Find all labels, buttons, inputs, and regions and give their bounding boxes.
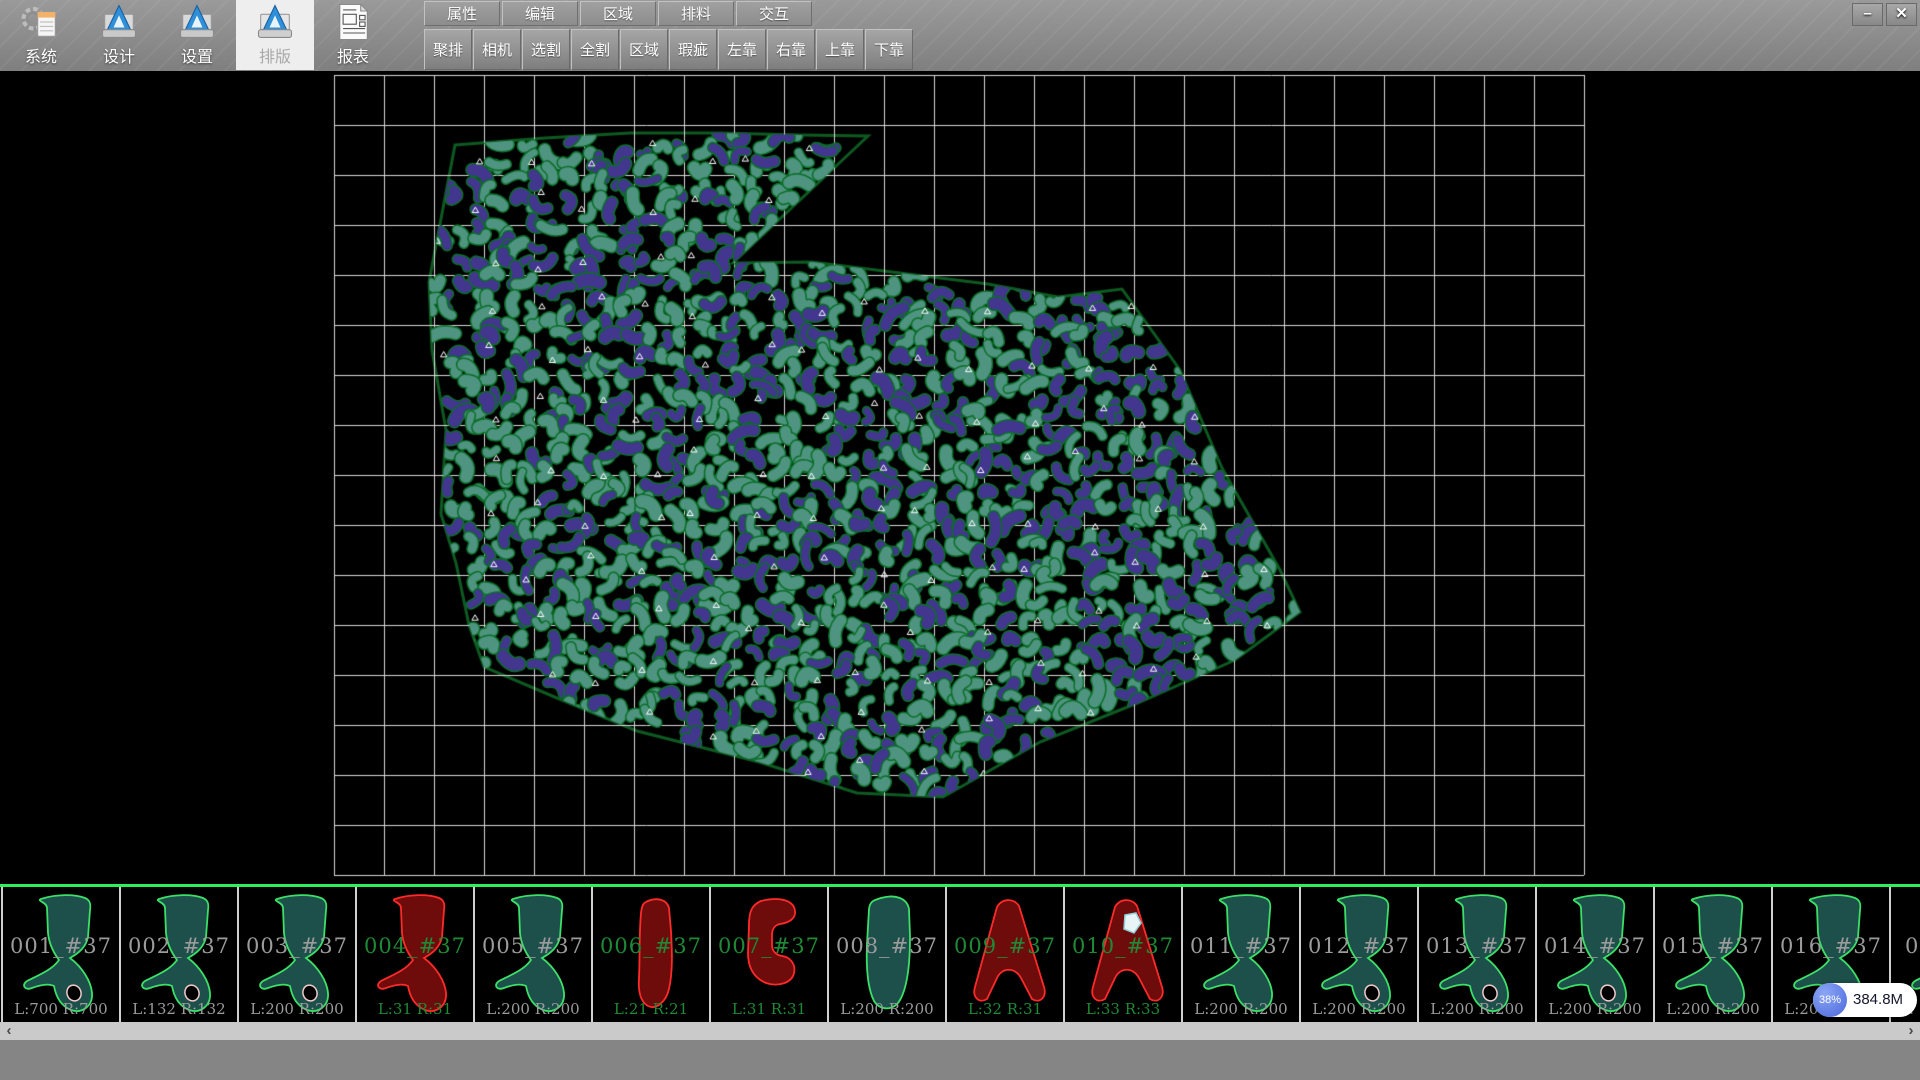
horizontal-scrollbar[interactable]: ‹ › bbox=[0, 1022, 1920, 1040]
piece-id-label: 001_#37 bbox=[3, 934, 119, 958]
menu-item-4[interactable]: 交互 bbox=[736, 1, 812, 26]
thumbnail-cell[interactable]: 007_#37 L:31 R:31 bbox=[709, 887, 827, 1022]
piece-lr-label: L:200 R:200 bbox=[829, 1000, 945, 1018]
piece-lr-label: L:200 R:200 bbox=[1537, 1000, 1653, 1018]
thumbnail-cell[interactable]: 011_#37 L:200 R:200 bbox=[1181, 887, 1299, 1022]
app-tab-report[interactable]: 报表 bbox=[314, 0, 392, 70]
app-tab-row: 系统 设计 bbox=[2, 0, 392, 70]
tool-item-0[interactable]: 聚排 bbox=[424, 29, 472, 70]
thumbnail-cell[interactable]: 008_#37 L:200 R:200 bbox=[827, 887, 945, 1022]
piece-lr-label: L:200 R:200 bbox=[1301, 1000, 1417, 1018]
piece-id-label: 008_#37 bbox=[829, 934, 945, 958]
memory-amount-label: 384.8M bbox=[1853, 983, 1903, 1017]
bottom-bar bbox=[0, 1040, 1920, 1080]
menu-bar: 属性编辑区域排料交互 bbox=[424, 1, 812, 26]
nesting-canvas[interactable] bbox=[0, 71, 1920, 884]
piece-lr-label: L:200 R:200 bbox=[475, 1000, 591, 1018]
app-window: 系统 设计 bbox=[0, 0, 1920, 1080]
thumbnail-cell[interactable]: 004_#37 L:31 R:31 bbox=[355, 887, 473, 1022]
menu-item-2[interactable]: 区域 bbox=[580, 1, 656, 26]
piece-lr-label: L:21 R:21 bbox=[593, 1000, 709, 1018]
app-tab-nesting[interactable]: 排版 bbox=[236, 0, 314, 70]
thumbnail-cell[interactable]: 009_#37 L:32 R:31 bbox=[945, 887, 1063, 1022]
piece-lr-label: L:200 R:200 bbox=[239, 1000, 355, 1018]
thumbnail-cell[interactable]: 010_#37 L:33 R:33 bbox=[1063, 887, 1181, 1022]
toolbar: 系统 设计 bbox=[0, 0, 1920, 71]
thumbnail-cell[interactable]: 005_#37 L:200 R:200 bbox=[473, 887, 591, 1022]
piece-id-label: 004_#37 bbox=[357, 934, 473, 958]
piece-id-label: 006_#37 bbox=[593, 934, 709, 958]
app-tab-label: 设计 bbox=[80, 43, 158, 67]
piece-id-label: 007_#37 bbox=[711, 934, 827, 958]
close-button[interactable]: ✕ bbox=[1886, 3, 1917, 26]
scroll-right-arrow-icon[interactable]: › bbox=[1902, 1022, 1920, 1040]
thumbnail-cell[interactable]: 015_#37 L:200 R:200 bbox=[1653, 887, 1771, 1022]
tool-item-5[interactable]: 瑕疵 bbox=[669, 29, 717, 70]
piece-lr-label: L:31 R:31 bbox=[357, 1000, 473, 1018]
tool-bar: 聚排相机选割全割区域瑕疵左靠右靠上靠下靠 bbox=[424, 29, 913, 70]
memory-percent-indicator: 38% bbox=[1813, 983, 1847, 1017]
piece-lr-label: L:132 R:132 bbox=[121, 1000, 237, 1018]
piece-id-label: 016_#37 bbox=[1773, 934, 1889, 958]
thumbnail-cell[interactable]: 003_#37 L:200 R:200 bbox=[237, 887, 355, 1022]
scroll-left-arrow-icon[interactable]: ‹ bbox=[0, 1022, 18, 1040]
tool-item-1[interactable]: 相机 bbox=[473, 29, 521, 70]
app-tab-design[interactable]: 设计 bbox=[80, 0, 158, 70]
app-tab-label: 设置 bbox=[158, 43, 236, 67]
thumbnail-cell[interactable]: 013_#37 L:200 R:200 bbox=[1417, 887, 1535, 1022]
tool-item-3[interactable]: 全割 bbox=[571, 29, 619, 70]
menu-item-1[interactable]: 编辑 bbox=[502, 1, 578, 26]
tool-item-4[interactable]: 区域 bbox=[620, 29, 668, 70]
app-tab-settings[interactable]: 设置 bbox=[158, 0, 236, 70]
piece-id-label: 009_#37 bbox=[947, 934, 1063, 958]
piece-lr-label: L:32 R:31 bbox=[947, 1000, 1063, 1018]
app-tab-system[interactable]: 系统 bbox=[2, 0, 80, 70]
piece-lr-label: L:200 R:200 bbox=[1419, 1000, 1535, 1018]
piece-lr-label: L:200 R:200 bbox=[1655, 1000, 1771, 1018]
piece-id-label: 003_#37 bbox=[239, 934, 355, 958]
thumbnail-cell[interactable]: 001_#37 L:700 R:700 bbox=[1, 887, 119, 1022]
thumbnail-cell[interactable]: 002_#37 L:132 R:132 bbox=[119, 887, 237, 1022]
menu-item-0[interactable]: 属性 bbox=[424, 1, 500, 26]
minimize-button[interactable]: – bbox=[1852, 3, 1883, 26]
piece-lr-label: L:33 R:33 bbox=[1065, 1000, 1181, 1018]
nesting-workspace bbox=[0, 71, 1920, 884]
piece-id-label: 005_#37 bbox=[475, 934, 591, 958]
app-tab-label: 报表 bbox=[314, 43, 392, 67]
piece-lr-label: L:31 R:31 bbox=[711, 1000, 827, 1018]
tool-item-9[interactable]: 下靠 bbox=[865, 29, 913, 70]
piece-lr-label: L:700 R:700 bbox=[3, 1000, 119, 1018]
piece-lr-label: L:200 R:200 bbox=[1183, 1000, 1299, 1018]
app-tab-label: 系统 bbox=[2, 43, 80, 67]
piece-id-label: 013_#37 bbox=[1419, 934, 1535, 958]
thumbnail-cell[interactable]: 006_#37 L:21 R:21 bbox=[591, 887, 709, 1022]
thumbnail-strip: 001_#37L:700 R:700002_#37L:132 R:132003_… bbox=[0, 884, 1920, 1022]
tool-item-6[interactable]: 左靠 bbox=[718, 29, 766, 70]
piece-id-label: 012_#37 bbox=[1301, 934, 1417, 958]
piece-id-label: 011_#37 bbox=[1183, 934, 1299, 958]
thumbnail-cell[interactable]: 014_#37 L:200 R:200 bbox=[1535, 887, 1653, 1022]
tool-item-7[interactable]: 右靠 bbox=[767, 29, 815, 70]
piece-id-label: 0 bbox=[1891, 934, 1920, 958]
menu-item-3[interactable]: 排料 bbox=[658, 1, 734, 26]
piece-id-label: 014_#37 bbox=[1537, 934, 1653, 958]
piece-id-label: 015_#37 bbox=[1655, 934, 1771, 958]
tool-item-2[interactable]: 选割 bbox=[522, 29, 570, 70]
app-tab-label: 排版 bbox=[236, 43, 314, 67]
piece-id-label: 010_#37 bbox=[1065, 934, 1181, 958]
memory-usage-badge: 38% 384.8M bbox=[1813, 983, 1917, 1017]
piece-id-label: 002_#37 bbox=[121, 934, 237, 958]
thumbnail-cell[interactable]: 012_#37 L:200 R:200 bbox=[1299, 887, 1417, 1022]
tool-item-8[interactable]: 上靠 bbox=[816, 29, 864, 70]
